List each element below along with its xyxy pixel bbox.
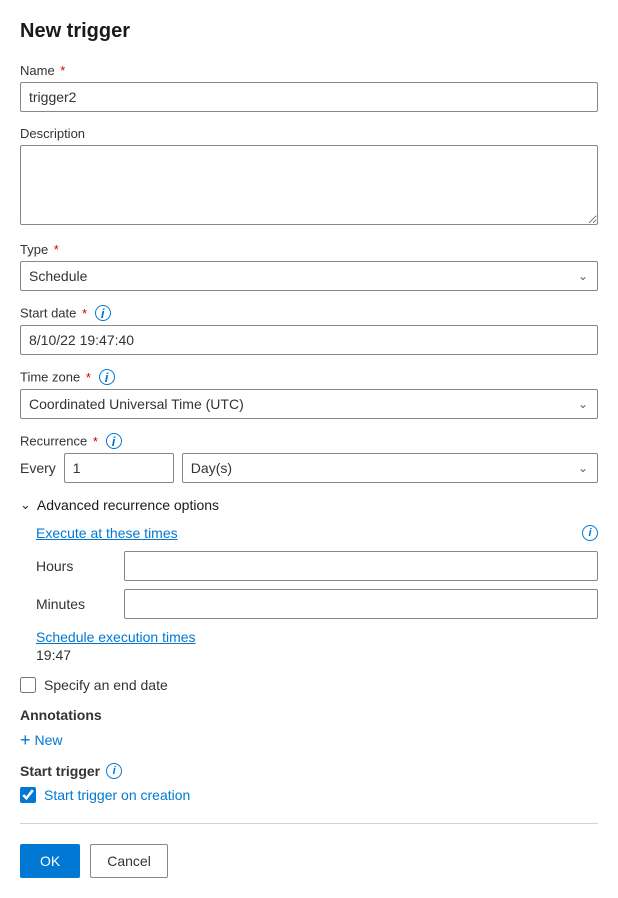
advanced-section: ⌄ Advanced recurrence options Execute at… [20,497,598,663]
timezone-select[interactable]: Coordinated Universal Time (UTC) Eastern… [20,389,598,419]
schedule-time-value: 19:47 [36,647,71,663]
timezone-label: Time zone * i [20,369,598,385]
specify-end-date-checkbox[interactable] [20,677,36,693]
recurrence-unit-select-wrapper: Day(s) Hour(s) Minute(s) Week(s) Month(s… [182,453,598,483]
type-select-wrapper: Schedule Tumbling Window Event ⌄ [20,261,598,291]
type-label: Type * [20,242,598,257]
minutes-input[interactable] [124,589,598,619]
start-date-label: Start date * i [20,305,598,321]
minutes-label: Minutes [36,596,116,612]
every-label: Every [20,460,56,476]
advanced-chevron-icon: ⌄ [20,497,31,513]
start-trigger-info-icon: i [106,763,122,779]
cancel-button[interactable]: Cancel [90,844,168,878]
execute-grid: Hours Minutes [36,551,598,619]
specify-end-date-row: Specify an end date [20,677,598,693]
specify-end-date-label[interactable]: Specify an end date [44,677,168,693]
recurrence-unit-select[interactable]: Day(s) Hour(s) Minute(s) Week(s) Month(s… [182,453,598,483]
timezone-field-group: Time zone * i Coordinated Universal Time… [20,369,598,419]
start-date-info-icon: i [95,305,111,321]
start-trigger-label-row: Start trigger i [20,763,598,779]
start-trigger-checkbox-label[interactable]: Start trigger on creation [44,787,190,803]
new-annotation-button[interactable]: + New [20,731,63,749]
recurrence-field-group: Recurrence * i Every Day(s) Hour(s) Minu… [20,433,598,483]
annotations-title: Annotations [20,707,598,723]
execute-header: Execute at these times i [36,525,598,541]
start-date-input[interactable] [20,325,598,355]
start-trigger-section: Start trigger i Start trigger on creatio… [20,763,598,803]
recurrence-row: Every Day(s) Hour(s) Minute(s) Week(s) M… [20,453,598,483]
annotations-section: Annotations + New [20,707,598,749]
start-trigger-checkbox[interactable] [20,787,36,803]
recurrence-every-input[interactable] [64,453,174,483]
name-field-group: Name * [20,63,598,112]
timezone-info-icon: i [99,369,115,385]
hours-label: Hours [36,558,116,574]
execute-info-icon: i [582,525,598,541]
plus-icon: + [20,731,31,749]
start-date-field-group: Start date * i [20,305,598,355]
schedule-execution-times-link[interactable]: Schedule execution times [36,629,598,645]
description-input[interactable] [20,145,598,225]
start-trigger-checkbox-row: Start trigger on creation [20,787,598,803]
start-trigger-label: Start trigger [20,763,100,779]
hours-input[interactable] [124,551,598,581]
footer-divider [20,823,598,824]
timezone-select-wrapper: Coordinated Universal Time (UTC) Eastern… [20,389,598,419]
advanced-content: Execute at these times i Hours Minutes S… [36,525,598,663]
page-title: New trigger [20,20,598,43]
name-label: Name * [20,63,598,78]
description-field-group: Description [20,126,598,228]
type-select[interactable]: Schedule Tumbling Window Event [20,261,598,291]
advanced-section-label: Advanced recurrence options [37,497,219,513]
new-annotation-label: New [35,732,63,748]
recurrence-label: Recurrence * i [20,433,598,449]
recurrence-info-icon: i [106,433,122,449]
type-field-group: Type * Schedule Tumbling Window Event ⌄ [20,242,598,291]
description-label: Description [20,126,598,141]
footer-buttons: OK Cancel [20,844,598,878]
advanced-toggle[interactable]: ⌄ Advanced recurrence options [20,497,598,513]
execute-at-times-link[interactable]: Execute at these times [36,525,178,541]
name-input[interactable] [20,82,598,112]
ok-button[interactable]: OK [20,844,80,878]
